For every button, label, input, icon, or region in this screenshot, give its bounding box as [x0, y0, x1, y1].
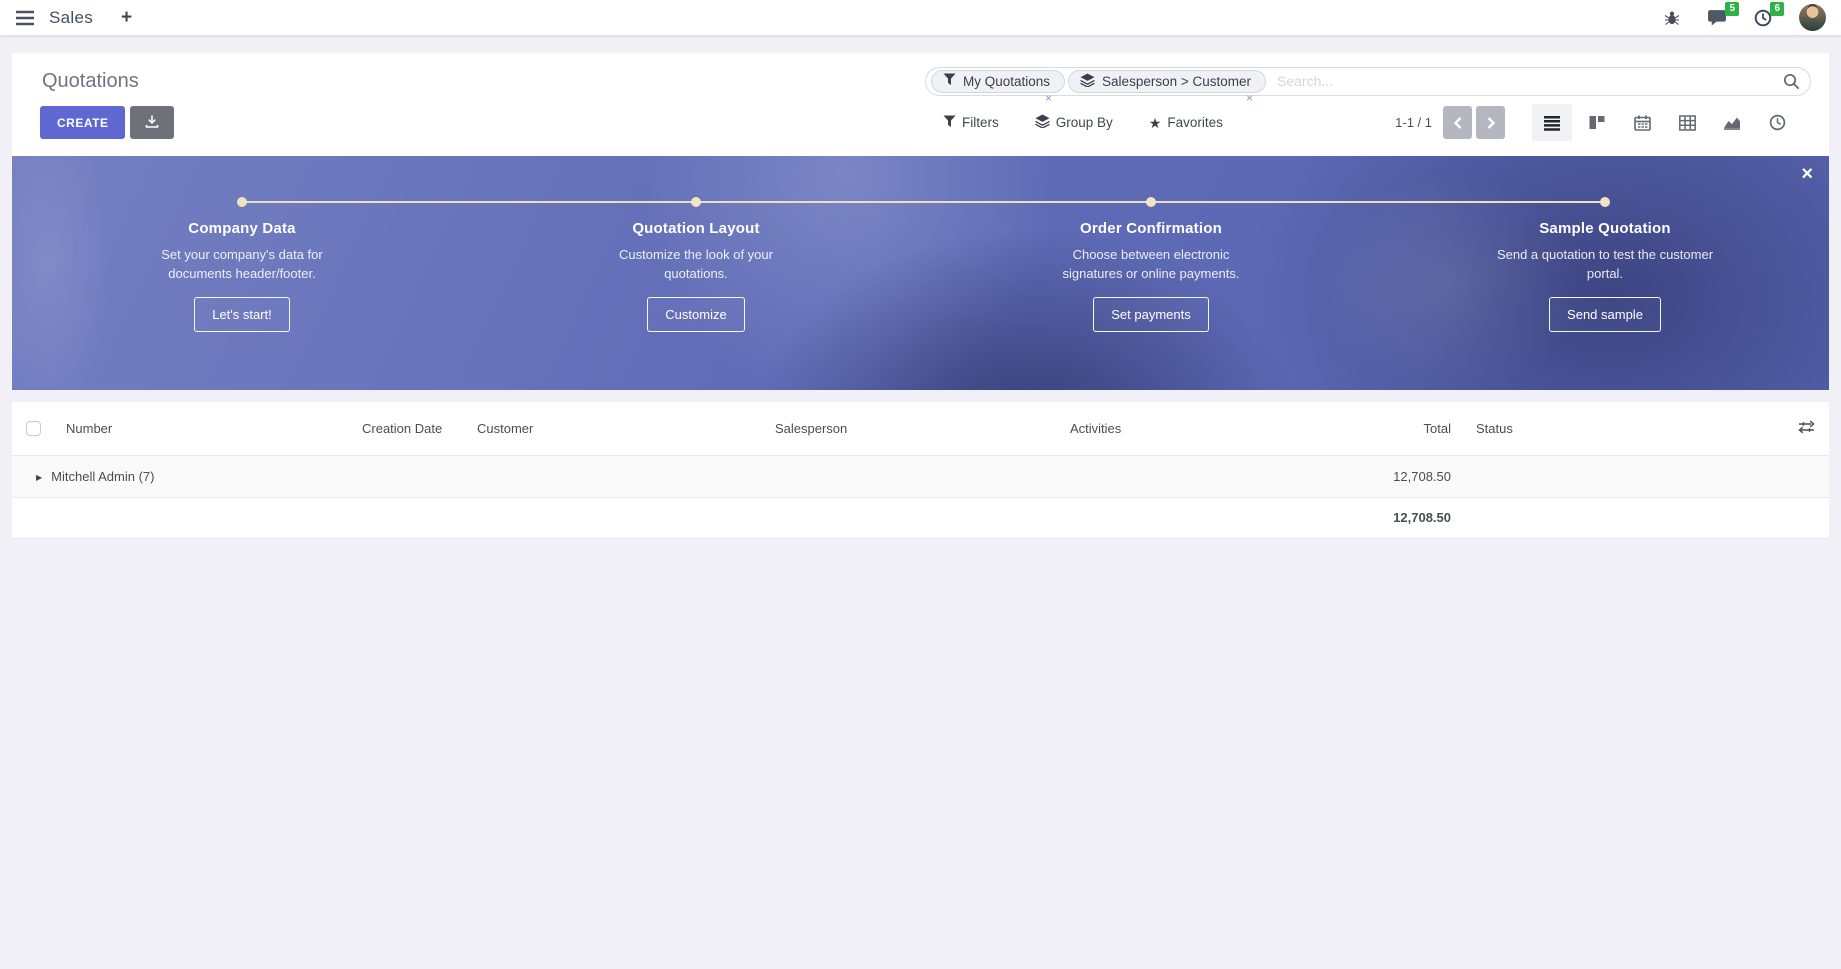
view-calendar-icon[interactable] — [1622, 104, 1662, 141]
step-description: Choose between electronic signatures or … — [1041, 246, 1261, 284]
view-kanban-icon[interactable] — [1577, 104, 1617, 141]
column-header-activities[interactable]: Activities — [1058, 402, 1215, 455]
onboarding-step-sample-quotation: Sample Quotation Send a quotation to tes… — [1445, 220, 1765, 332]
select-all-checkbox[interactable] — [26, 421, 41, 436]
apps-menu-icon[interactable] — [15, 10, 35, 26]
column-header-customer[interactable]: Customer — [465, 402, 763, 455]
pager-previous-button[interactable] — [1443, 106, 1472, 139]
search-input[interactable]: Search... — [1277, 73, 1783, 89]
view-list-icon[interactable] — [1532, 104, 1572, 141]
step-title: Sample Quotation — [1445, 220, 1765, 237]
group-label: Mitchell Admin (7) — [51, 469, 154, 484]
progress-line — [242, 201, 1605, 203]
plus-icon[interactable]: + — [121, 8, 132, 27]
facet-salesperson-customer[interactable]: Salesperson > Customer × — [1068, 70, 1266, 93]
column-header-number[interactable]: Number — [54, 402, 350, 455]
view-switchers — [1532, 104, 1797, 141]
page-title: Quotations — [30, 70, 139, 93]
messages-badge: 5 — [1725, 2, 1739, 16]
banner-close-icon[interactable]: × — [1801, 164, 1813, 184]
step-description: Set your company's data for documents he… — [132, 246, 352, 284]
create-button[interactable]: CREATE — [40, 106, 125, 139]
group-caret-icon[interactable]: ▶ — [36, 473, 42, 482]
progress-dot — [1600, 197, 1610, 207]
group-row-mitchell-admin[interactable]: ▶ Mitchell Admin (7) 12,708.50 — [12, 455, 1829, 497]
favorites-menu[interactable]: ★ Favorites — [1149, 115, 1223, 130]
column-header-creation-date[interactable]: Creation Date — [350, 402, 465, 455]
top-navbar: Sales + 5 6 — [0, 0, 1841, 35]
filter-icon — [943, 73, 956, 89]
quotations-list: Number Creation Date Customer Salesperso… — [12, 402, 1829, 539]
progress-dot — [691, 197, 701, 207]
onboarding-step-quotation-layout: Quotation Layout Customize the look of y… — [536, 220, 856, 332]
column-header-total[interactable]: Total — [1215, 402, 1457, 455]
view-pivot-icon[interactable] — [1667, 104, 1707, 141]
control-panel-top-row: Quotations My Quotations × Salesperson >… — [30, 59, 1811, 103]
step-title: Company Data — [82, 220, 402, 237]
filters-label: Filters — [962, 115, 999, 130]
messages-icon[interactable]: 5 — [1707, 9, 1727, 27]
activities-badge: 6 — [1770, 2, 1784, 16]
step-description: Customize the look of your quotations. — [586, 246, 806, 284]
facet-label: My Quotations — [963, 74, 1050, 89]
step-description: Send a quotation to test the customer po… — [1495, 246, 1715, 284]
quotations-table: Number Creation Date Customer Salesperso… — [12, 402, 1829, 539]
export-button[interactable] — [130, 106, 174, 139]
lets-start-button[interactable]: Let's start! — [194, 297, 290, 332]
user-avatar[interactable] — [1799, 4, 1826, 31]
pager-next-button[interactable] — [1476, 106, 1505, 139]
favorites-label: Favorites — [1167, 115, 1223, 130]
search-icon[interactable] — [1783, 73, 1800, 90]
navbar-right: 5 6 — [1664, 4, 1826, 31]
send-sample-button[interactable]: Send sample — [1549, 297, 1661, 332]
customize-button[interactable]: Customize — [647, 297, 744, 332]
pager-value: 1-1 / 1 — [1395, 115, 1432, 130]
control-panel: Quotations My Quotations × Salesperson >… — [12, 53, 1829, 156]
onboarding-step-company-data: Company Data Set your company's data for… — [82, 220, 402, 332]
star-icon: ★ — [1149, 116, 1162, 130]
activities-clock-icon[interactable]: 6 — [1754, 9, 1772, 27]
control-panel-bottom-row: CREATE Filters Group By ★ — [30, 106, 1811, 139]
facet-label: Salesperson > Customer — [1102, 74, 1251, 89]
progress-dot — [1146, 197, 1156, 207]
set-payments-button[interactable]: Set payments — [1093, 297, 1209, 332]
download-icon — [145, 114, 159, 132]
filters-menu[interactable]: Filters — [943, 115, 999, 131]
app-name[interactable]: Sales — [49, 8, 93, 28]
step-title: Quotation Layout — [536, 220, 856, 237]
action-buttons: CREATE — [40, 106, 174, 139]
facet-remove-icon[interactable]: × — [1045, 92, 1052, 104]
navbar-left: Sales + — [15, 8, 132, 28]
table-header-row: Number Creation Date Customer Salesperso… — [12, 402, 1829, 455]
column-header-status[interactable]: Status — [1457, 402, 1700, 455]
footer-total: 12,708.50 — [1215, 497, 1457, 538]
table-footer-row: 12,708.50 — [12, 497, 1829, 538]
facet-remove-icon[interactable]: × — [1246, 92, 1253, 104]
group-by-label: Group By — [1056, 115, 1113, 130]
column-header-salesperson[interactable]: Salesperson — [763, 402, 1058, 455]
view-graph-icon[interactable] — [1712, 104, 1752, 141]
view-activity-icon[interactable] — [1757, 104, 1797, 141]
debug-bug-icon[interactable] — [1664, 10, 1680, 26]
step-title: Order Confirmation — [991, 220, 1311, 237]
search-bar[interactable]: My Quotations × Salesperson > Customer ×… — [925, 67, 1811, 96]
search-options: Filters Group By ★ Favorites — [943, 106, 1223, 139]
onboarding-banner: × Company Data Set your company's data f… — [12, 156, 1829, 390]
layers-icon — [1080, 73, 1095, 90]
optional-columns-icon[interactable] — [1798, 420, 1815, 434]
progress-dot — [237, 197, 247, 207]
onboarding-step-order-confirmation: Order Confirmation Choose between electr… — [991, 220, 1311, 332]
facet-my-quotations[interactable]: My Quotations × — [931, 70, 1065, 93]
layers-icon — [1035, 114, 1050, 131]
group-total: 12,708.50 — [1215, 455, 1457, 497]
group-by-menu[interactable]: Group By — [1035, 114, 1113, 131]
pager-buttons — [1443, 106, 1505, 139]
filter-icon — [943, 115, 956, 131]
pager: 1-1 / 1 — [1395, 106, 1505, 139]
